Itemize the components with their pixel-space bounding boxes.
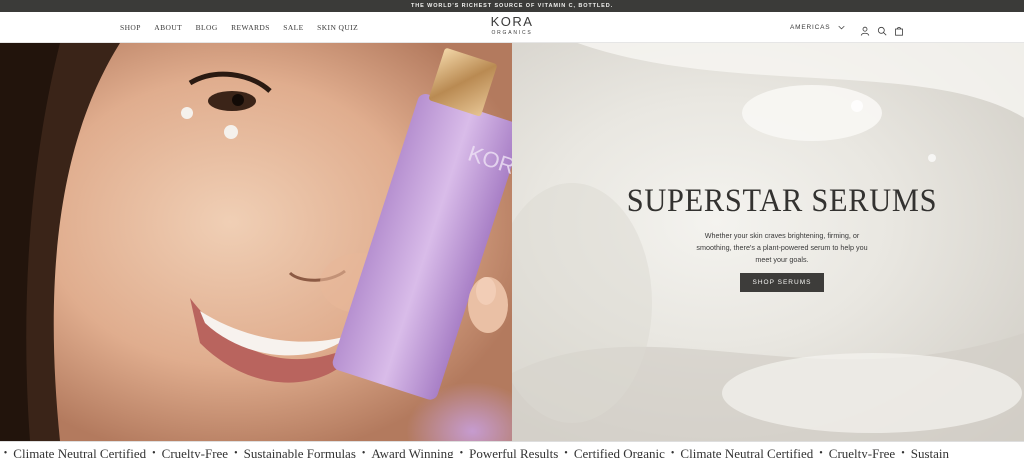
- shop-serums-button[interactable]: SHOP SERUMS: [739, 273, 825, 293]
- separator-dot: •: [234, 448, 238, 458]
- header-icons: 0: [860, 12, 910, 54]
- marquee-item: Cruelty-Free: [161, 446, 229, 458]
- marquee-item: Climate Neutral Certified: [680, 446, 814, 458]
- separator-dot: •: [152, 448, 156, 458]
- model-illustration: KORA: [0, 43, 512, 441]
- cart-icon[interactable]: 0: [894, 23, 910, 54]
- hero-description: Whether your skin craves brightening, fi…: [696, 231, 868, 264]
- separator-dot: •: [564, 448, 568, 458]
- brand-logo[interactable]: KORA ORGANICS: [486, 15, 538, 41]
- separator-dot: •: [459, 448, 464, 458]
- hero-model-image: KORA: [0, 43, 512, 441]
- separator-dot: •: [3, 448, 8, 458]
- marquee-track: c • Climate Neutral Certified • Cruelty-…: [0, 447, 955, 458]
- marquee-item: Climate Neutral Certified: [13, 446, 147, 458]
- nav-blog[interactable]: BLOG: [196, 23, 218, 32]
- marquee-item: Powerful Results: [469, 446, 559, 458]
- region-selector[interactable]: AMERICAS: [790, 12, 845, 43]
- hero-title: SUPERSTAR SERUMS: [626, 183, 938, 219]
- announcement-bar: THE WORLD'S RICHEST SOURCE OF VITAMIN C,…: [0, 0, 1024, 12]
- hero-banner: KORA SUPERSTAR SERUMS Whether your skin …: [0, 43, 1024, 441]
- marquee-item: Award Winning: [371, 446, 454, 458]
- marquee-item: Sustain: [910, 446, 950, 458]
- chevron-down-icon: [838, 25, 845, 30]
- separator-dot: •: [361, 448, 366, 458]
- marquee-item: Certified Organic: [573, 446, 665, 458]
- logo-wordmark: KORA: [490, 14, 534, 29]
- nav-skin-quiz[interactable]: SKIN QUIZ: [317, 23, 358, 32]
- main-nav: SHOP ABOUT BLOG REWARDS SALE SKIN QUIZ: [120, 12, 372, 43]
- benefits-marquee: c • Climate Neutral Certified • Cruelty-…: [0, 441, 1024, 458]
- site-header: SHOP ABOUT BLOG REWARDS SALE SKIN QUIZ K…: [0, 12, 1024, 54]
- marquee-item: Sustainable Formulas: [243, 446, 356, 458]
- region-label: AMERICAS: [790, 24, 831, 31]
- nav-about[interactable]: ABOUT: [154, 23, 182, 32]
- nav-rewards[interactable]: REWARDS: [231, 23, 270, 32]
- account-icon[interactable]: [860, 23, 870, 36]
- separator-dot: •: [819, 448, 823, 458]
- separator-dot: •: [670, 448, 675, 458]
- separator-dot: •: [901, 448, 905, 458]
- hero-copy: SUPERSTAR SERUMS Whether your skin crave…: [612, 183, 952, 293]
- nav-shop[interactable]: SHOP: [120, 23, 141, 32]
- marquee-item: Cruelty-Free: [828, 446, 896, 458]
- nav-sale[interactable]: SALE: [283, 23, 303, 32]
- search-icon[interactable]: [877, 23, 887, 35]
- logo-subtitle: ORGANICS: [491, 30, 533, 36]
